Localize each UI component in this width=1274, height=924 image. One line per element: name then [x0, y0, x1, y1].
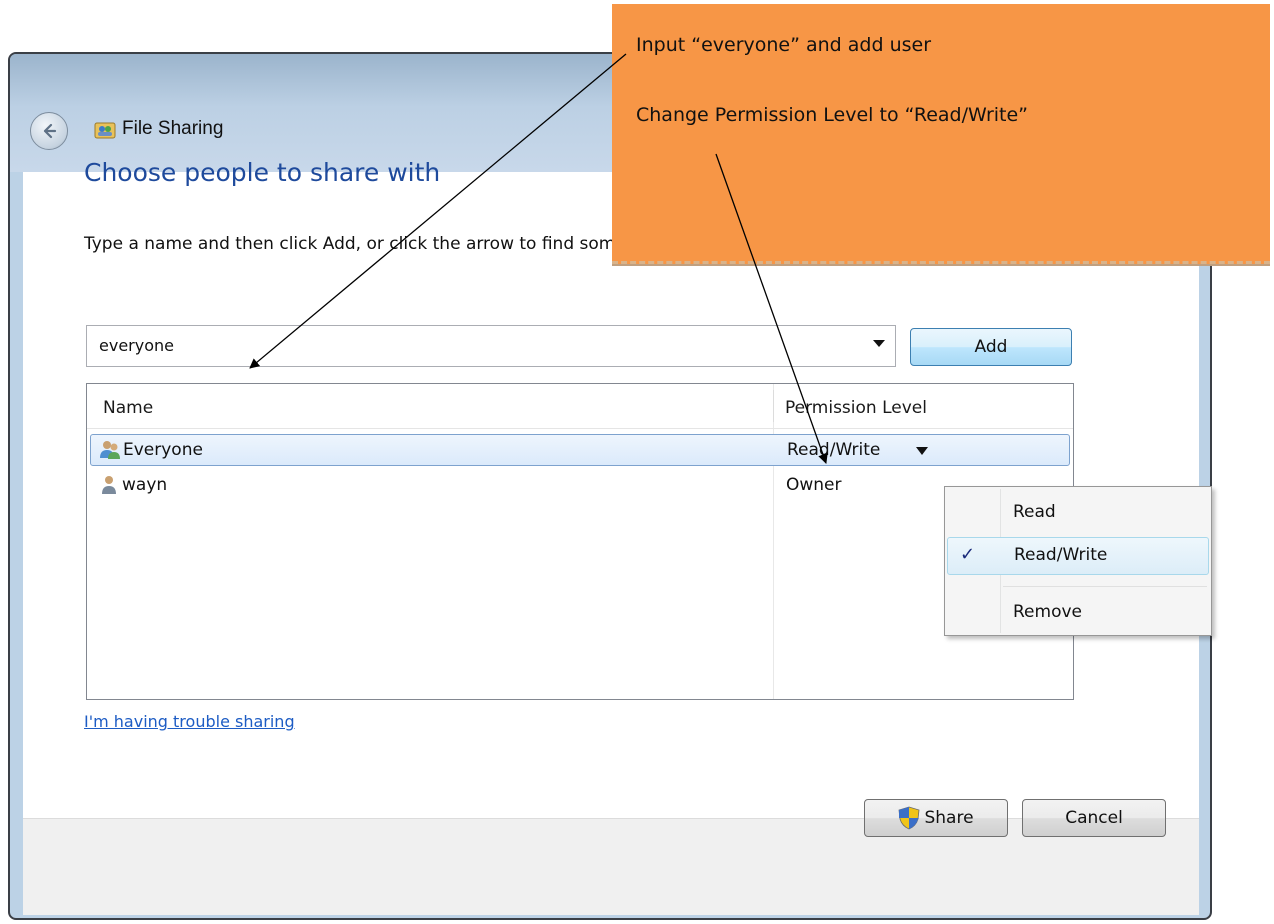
callout-step-2: Change Permission Level to “Read/Write” [636, 104, 1029, 126]
column-header-separator[interactable] [773, 390, 774, 422]
menu-item-read-write[interactable]: ✓ Read/Write [947, 537, 1209, 575]
menu-separator [1003, 586, 1207, 587]
permission-menu: Read ✓ Read/Write Remove [944, 486, 1212, 636]
column-divider [773, 384, 774, 699]
column-header-name[interactable]: Name [103, 398, 153, 418]
row-permission[interactable]: Read/Write [787, 440, 880, 460]
menu-item-label: Read [1013, 502, 1056, 522]
instruction-callout: Input “everyone” and add user Change Per… [612, 4, 1270, 264]
uac-shield-icon [899, 806, 920, 830]
list-row-wayn[interactable]: wayn Owner [90, 470, 1070, 500]
permission-dropdown-arrow-icon[interactable] [916, 447, 928, 455]
file-sharing-icon [94, 122, 116, 139]
cancel-button[interactable]: Cancel [1022, 799, 1166, 837]
user-icon [102, 476, 116, 494]
name-combobox[interactable] [86, 325, 896, 367]
trouble-sharing-link[interactable]: I'm having trouble sharing [84, 712, 295, 731]
add-button[interactable]: Add [910, 328, 1072, 366]
menu-item-label: Read/Write [1014, 545, 1108, 565]
row-permission: Owner [786, 475, 842, 495]
column-header-permission[interactable]: Permission Level [785, 398, 927, 418]
menu-item-label: Remove [1013, 602, 1082, 622]
row-name: Everyone [123, 440, 203, 460]
sharing-user-list[interactable]: Name Permission Level Everyone Read/Writ… [86, 383, 1074, 700]
share-button[interactable]: Share [864, 799, 1008, 837]
menu-item-read[interactable]: Read [947, 495, 1209, 531]
callout-step-1: Input “everyone” and add user [636, 34, 932, 56]
check-icon: ✓ [960, 544, 976, 565]
instruction-text: Type a name and then click Add, or click… [84, 234, 663, 254]
back-arrow-icon [43, 123, 57, 139]
menu-item-remove[interactable]: Remove [947, 595, 1209, 631]
row-name: wayn [122, 475, 168, 495]
dropdown-arrow-icon[interactable] [873, 340, 885, 347]
share-label: Share [924, 808, 974, 828]
back-button[interactable] [30, 112, 68, 150]
list-row-everyone[interactable]: Everyone Read/Write [90, 434, 1070, 466]
page-heading: Choose people to share with [84, 158, 441, 187]
window-title: File Sharing [122, 118, 224, 139]
group-icon [100, 441, 120, 459]
name-input[interactable] [97, 335, 841, 356]
list-header: Name Permission Level [87, 384, 1073, 429]
